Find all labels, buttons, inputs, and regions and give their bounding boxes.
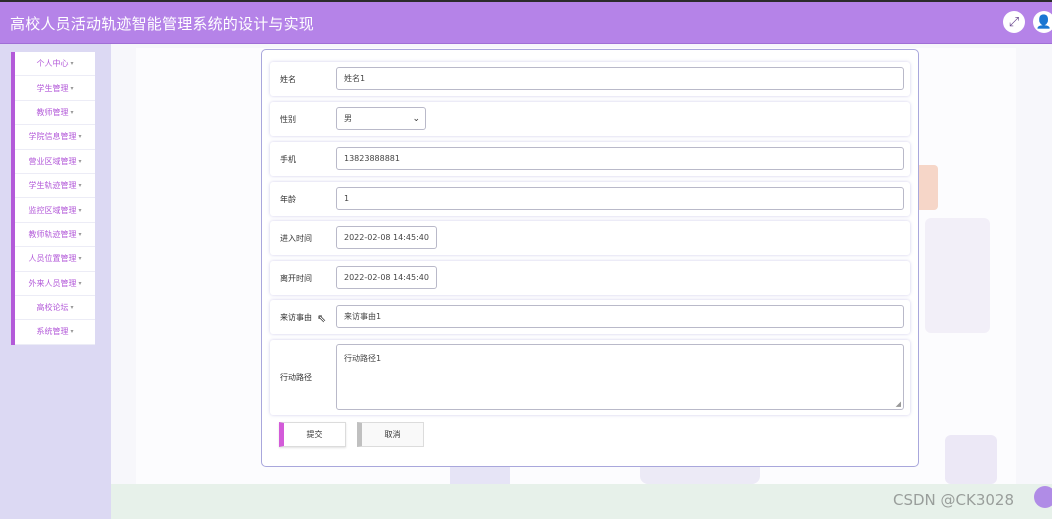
form-row-route: 行动路径 行动路径1 ◢ (270, 340, 910, 415)
watermark: CSDN @CK3028 (893, 491, 1015, 509)
reason-input[interactable]: 来访事由1 (336, 305, 904, 328)
fullscreen-icon[interactable]: ⤢ (1003, 11, 1025, 33)
sidebar-item-label: 学生轨迹管理 (28, 181, 77, 191)
age-label: 年龄 (280, 195, 296, 204)
floating-action-icon[interactable] (1034, 486, 1052, 508)
sidebar: 个人中心 ▾ 学生管理 ▾ 教师管理 ▾ 学院信息管理 ▾ 营业区域管理 ▾ 学生轨迹管理… (0, 44, 111, 519)
chevron-down-icon: ⌄ (412, 113, 420, 124)
caret-down-icon: ▾ (78, 157, 82, 165)
sidebar-item-person-location[interactable]: 人员位置管理 ▾ (15, 247, 95, 272)
sidebar-item-students[interactable]: 学生管理 ▾ (15, 76, 95, 101)
background-illustration (945, 435, 997, 484)
sidebar-item-business-area[interactable]: 营业区域管理 ▾ (15, 150, 95, 174)
submit-button[interactable]: 提交 (279, 422, 346, 447)
caret-down-icon: ▾ (78, 279, 82, 287)
caret-down-icon: ▾ (78, 206, 82, 214)
sidebar-item-label: 高校论坛 (36, 303, 69, 313)
sidebar-menu: 个人中心 ▾ 学生管理 ▾ 教师管理 ▾ 学院信息管理 ▾ 营业区域管理 ▾ 学生轨迹管理… (11, 52, 95, 345)
visitor-form: 姓名 姓名1 性别 男 ⌄ 手机 13823888881 年龄 1 进入时间 2… (261, 49, 919, 467)
form-row-gender: 性别 男 ⌄ (270, 102, 910, 136)
caret-down-icon: ▾ (70, 60, 74, 68)
caret-down-icon: ▾ (70, 328, 74, 336)
form-row-name: 姓名 姓名1 (270, 62, 910, 96)
sidebar-item-label: 监控区域管理 (28, 205, 77, 215)
resize-grip-icon[interactable]: ◢ (896, 400, 901, 408)
caret-down-icon: ▾ (78, 230, 82, 238)
route-value: 行动路径1 (344, 354, 382, 363)
sidebar-item-teacher-tracks[interactable]: 教师轨迹管理 ▾ (15, 223, 95, 248)
caret-down-icon: ▾ (78, 133, 82, 141)
sidebar-item-visitors[interactable]: 外来人员管理 ▾ (15, 272, 95, 296)
sidebar-item-label: 学生管理 (36, 83, 69, 93)
phone-label: 手机 (280, 155, 296, 164)
sidebar-item-system[interactable]: 系统管理 ▾ (15, 320, 95, 345)
caret-down-icon: ▾ (70, 304, 74, 312)
route-label: 行动路径 (280, 373, 312, 382)
name-input[interactable]: 姓名1 (336, 67, 904, 90)
background-illustration (925, 218, 990, 333)
sidebar-item-label: 个人中心 (36, 59, 69, 69)
cancel-button[interactable]: 取消 (357, 422, 424, 447)
phone-input[interactable]: 13823888881 (336, 147, 904, 170)
sidebar-item-label: 教师管理 (36, 107, 69, 117)
gender-selected-value: 男 (344, 114, 352, 123)
form-row-leave-time: 离开时间 2022-02-08 14:45:40 (270, 261, 910, 295)
caret-down-icon: ▾ (78, 182, 82, 190)
form-row-age: 年龄 1 (270, 182, 910, 216)
gender-label: 性别 (280, 115, 296, 124)
age-input[interactable]: 1 (336, 187, 904, 210)
mouse-cursor-icon: ⇖ (317, 312, 327, 325)
sidebar-item-label: 外来人员管理 (28, 278, 77, 288)
sidebar-item-monitor-area[interactable]: 监控区域管理 ▾ (15, 198, 95, 223)
route-textarea[interactable]: 行动路径1 ◢ (336, 344, 904, 410)
sidebar-item-forum[interactable]: 高校论坛 ▾ (15, 296, 95, 321)
gender-select[interactable]: 男 ⌄ (336, 107, 426, 130)
user-icon[interactable]: 👤 (1033, 11, 1052, 33)
form-row-phone: 手机 13823888881 (270, 142, 910, 176)
sidebar-item-student-tracks[interactable]: 学生轨迹管理 ▾ (15, 174, 95, 199)
form-row-enter-time: 进入时间 2022-02-08 14:45:40 (270, 221, 910, 255)
sidebar-item-label: 教师轨迹管理 (28, 229, 77, 239)
top-bar: 高校人员活动轨迹智能管理系统的设计与实现 ⤢ 👤 (0, 0, 1052, 44)
form-row-reason: 来访事由 来访事由1 ⇖ (270, 300, 910, 334)
enter-time-input[interactable]: 2022-02-08 14:45:40 (336, 226, 437, 249)
sidebar-item-teachers[interactable]: 教师管理 ▾ (15, 101, 95, 126)
sidebar-item-profile[interactable]: 个人中心 ▾ (15, 52, 95, 77)
name-label: 姓名 (280, 75, 296, 84)
sidebar-item-label: 学院信息管理 (28, 132, 77, 142)
app-title: 高校人员活动轨迹智能管理系统的设计与实现 (10, 15, 315, 33)
sidebar-item-label: 营业区域管理 (28, 156, 77, 166)
leave-time-label: 离开时间 (280, 274, 312, 283)
sidebar-item-label: 人员位置管理 (28, 254, 77, 264)
caret-down-icon: ▾ (70, 84, 74, 92)
sidebar-item-label: 系统管理 (36, 327, 69, 337)
reason-label: 来访事由 (280, 313, 312, 322)
sidebar-item-college-info[interactable]: 学院信息管理 ▾ (15, 125, 95, 150)
caret-down-icon: ▾ (70, 108, 74, 116)
leave-time-input[interactable]: 2022-02-08 14:45:40 (336, 266, 437, 289)
caret-down-icon: ▾ (78, 255, 82, 263)
enter-time-label: 进入时间 (280, 234, 312, 243)
